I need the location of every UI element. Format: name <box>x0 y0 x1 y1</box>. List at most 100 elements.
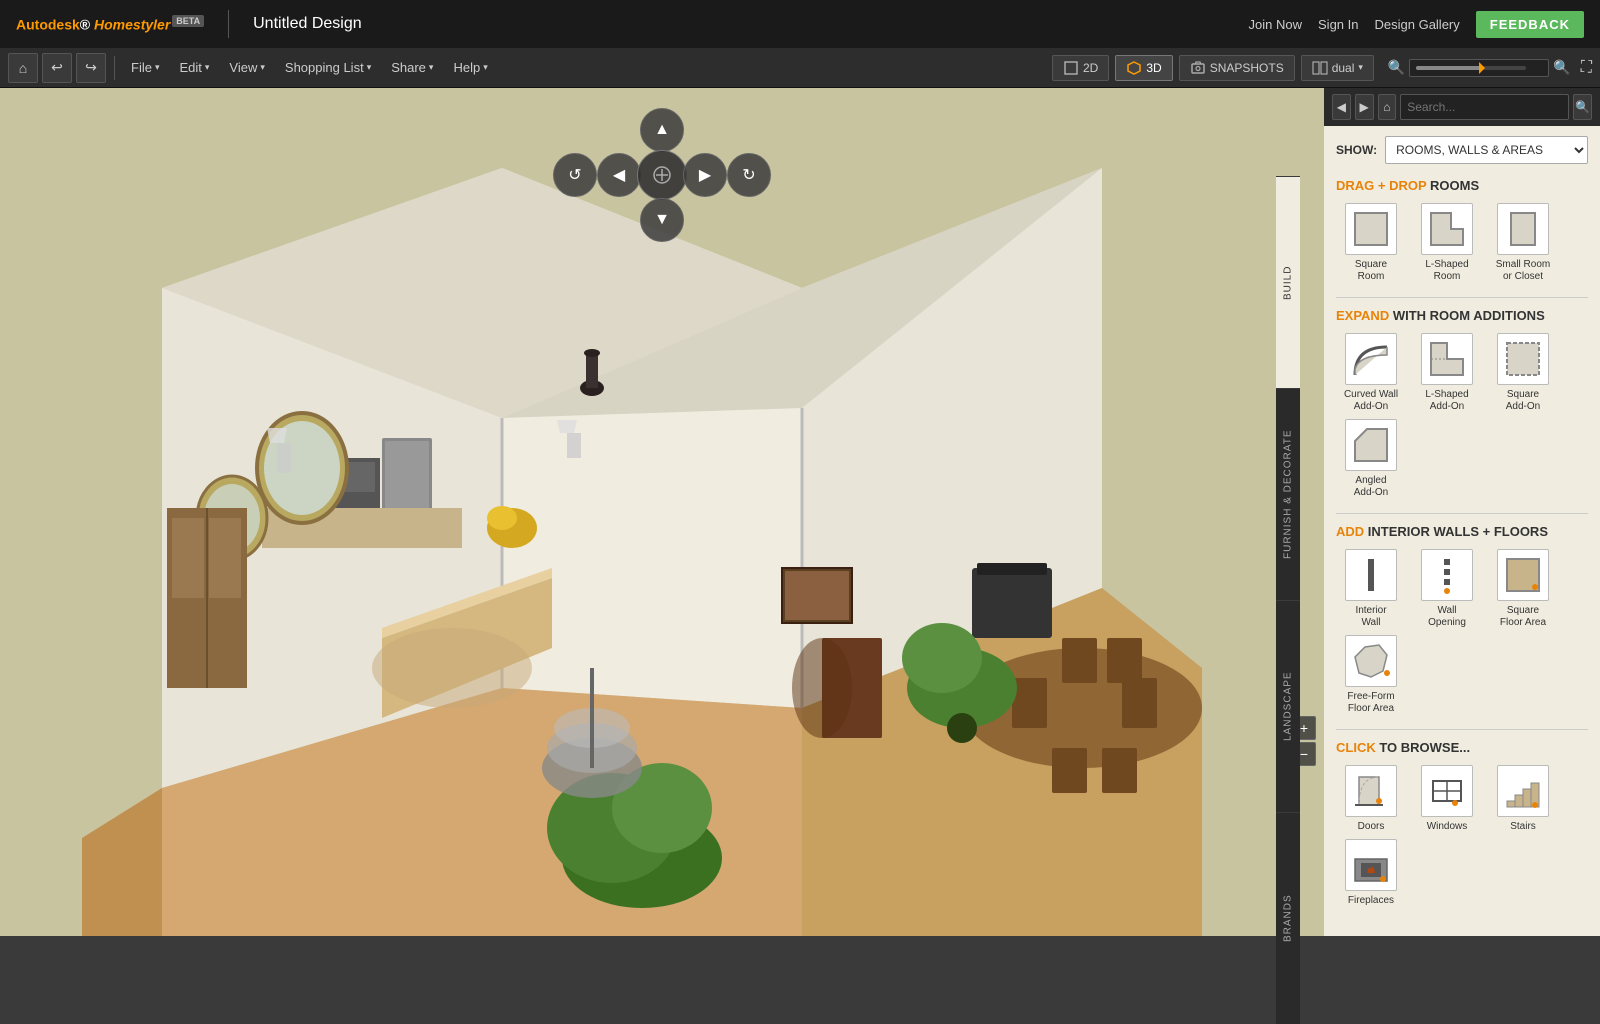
pan-down-button[interactable]: ▼ <box>640 198 684 242</box>
zoom-slider[interactable] <box>1416 62 1526 74</box>
wall-opening-shape <box>1421 549 1473 601</box>
l-shaped-room-shape <box>1421 203 1473 255</box>
interior-wall-label: InteriorWall <box>1355 605 1386 629</box>
l-shaped-room-label: L-ShapedRoom <box>1425 259 1468 283</box>
build-tab[interactable]: BUILD <box>1276 176 1300 388</box>
fullscreen-button[interactable]: ⛶ <box>1581 59 1592 77</box>
furnish-decorate-tab[interactable]: FURNISH & DECORATE <box>1276 388 1300 600</box>
fireplaces-item[interactable]: Fireplaces <box>1336 839 1406 907</box>
interior-wall-shape <box>1345 549 1397 601</box>
pan-right-button[interactable]: ▶ <box>683 153 727 197</box>
square-floor-item[interactable]: SquareFloor Area <box>1488 549 1558 629</box>
rotate-right-button[interactable]: ↻ <box>727 153 771 197</box>
zoom-in-button[interactable]: 🔍 <box>1553 59 1570 76</box>
windows-item[interactable]: Windows <box>1412 765 1482 833</box>
curved-wall-label: Curved WallAdd-On <box>1344 389 1398 413</box>
show-dropdown[interactable]: ROOMS, WALLS & AREAS <box>1385 136 1588 164</box>
feedback-button[interactable]: FEEDBACK <box>1476 11 1584 38</box>
doors-label: Doors <box>1358 821 1385 833</box>
freeform-floor-item[interactable]: Free-FormFloor Area <box>1336 635 1406 715</box>
dual-view-button[interactable]: dual ▾ <box>1301 55 1374 81</box>
curved-wall-item[interactable]: Curved WallAdd-On <box>1336 333 1406 413</box>
wall-opening-item[interactable]: WallOpening <box>1412 549 1482 629</box>
walls-floors-header: ADD INTERIOR WALLS + FLOORS <box>1336 524 1588 539</box>
show-label: SHOW: <box>1336 143 1377 157</box>
sign-in-link[interactable]: Sign In <box>1318 17 1358 32</box>
freeform-floor-label: Free-FormFloor Area <box>1347 691 1394 715</box>
shopping-list-menu[interactable]: Shopping List▾ <box>277 56 379 79</box>
fireplaces-label: Fireplaces <box>1348 895 1394 907</box>
browse-header: CLICK TO BROWSE... <box>1336 740 1588 755</box>
fireplaces-shape <box>1345 839 1397 891</box>
panel-wrapper: BUILD FURNISH & DECORATE LANDSCAPE BRAND… <box>1324 88 1600 936</box>
square-room-shape <box>1345 203 1397 255</box>
stairs-label: Stairs <box>1510 821 1536 833</box>
pan-left-button[interactable]: ◀ <box>597 153 641 197</box>
top-bar: Autodesk® HomestylerBETA Untitled Design… <box>0 0 1600 48</box>
2d-view-button[interactable]: 2D <box>1052 55 1109 81</box>
show-row: SHOW: ROOMS, WALLS & AREAS <box>1336 136 1588 164</box>
panel-forward-button[interactable]: ▶ <box>1355 94 1374 120</box>
camera-icon <box>1190 60 1206 76</box>
additions-grid: Curved WallAdd-On L-ShapedAdd-On <box>1336 333 1588 499</box>
panel-tabs: BUILD FURNISH & DECORATE LANDSCAPE BRAND… <box>1276 176 1300 1024</box>
pan-center-button[interactable] <box>637 150 687 200</box>
brands-tab[interactable]: BRANDS <box>1276 812 1300 1024</box>
doors-shape <box>1345 765 1397 817</box>
design-gallery-link[interactable]: Design Gallery <box>1375 17 1460 32</box>
angled-addon-shape <box>1345 419 1397 471</box>
wall-opening-label: WallOpening <box>1428 605 1466 629</box>
square-room-item[interactable]: SquareRoom <box>1336 203 1406 283</box>
canvas[interactable]: ↺ ▲ ◀ ▶ ▼ ↻ <box>0 88 1324 936</box>
panel-search-button[interactable]: 🔍 <box>1573 94 1592 120</box>
main-area: ↺ ▲ ◀ ▶ ▼ ↻ <box>0 88 1600 936</box>
rooms-grid: SquareRoom L-ShapedRoom <box>1336 203 1588 283</box>
edit-menu[interactable]: Edit▾ <box>171 56 217 79</box>
snapshots-button[interactable]: SNAPSHOTS <box>1179 55 1295 81</box>
3d-view-button[interactable]: 3D <box>1115 55 1172 81</box>
landscape-tab[interactable]: LANDSCAPE <box>1276 600 1300 812</box>
home-button[interactable]: ⌂ <box>8 53 38 83</box>
top-right-links: Join Now Sign In Design Gallery FEEDBACK <box>1249 11 1584 38</box>
angled-addon-item[interactable]: AngledAdd-On <box>1336 419 1406 499</box>
crosshair-icon <box>650 163 674 187</box>
file-menu[interactable]: File▾ <box>123 56 167 79</box>
zoom-bar: 🔍 🔍 <box>1388 59 1571 77</box>
square-floor-shape <box>1497 549 1549 601</box>
zoom-out-button[interactable]: 🔍 <box>1388 59 1405 76</box>
small-room-shape <box>1497 203 1549 255</box>
toolbar: ⌂ ↩ ↪ File▾ Edit▾ View▾ Shopping List▾ S… <box>0 48 1600 88</box>
stairs-item[interactable]: Stairs <box>1488 765 1558 833</box>
stairs-shape <box>1497 765 1549 817</box>
curved-wall-shape <box>1345 333 1397 385</box>
pan-up-button[interactable]: ▲ <box>640 108 684 152</box>
l-shaped-room-item[interactable]: L-ShapedRoom <box>1412 203 1482 283</box>
square-addon-item[interactable]: SquareAdd-On <box>1488 333 1558 413</box>
square-addon-shape <box>1497 333 1549 385</box>
redo-button[interactable]: ↪ <box>76 53 106 83</box>
rotate-left-button[interactable]: ↺ <box>553 153 597 197</box>
square-addon-label: SquareAdd-On <box>1506 389 1540 413</box>
l-shaped-addon-item[interactable]: L-ShapedAdd-On <box>1412 333 1482 413</box>
divider-2 <box>1336 513 1588 514</box>
walls-floors-grid: InteriorWall WallOpening <box>1336 549 1588 715</box>
undo-button[interactable]: ↩ <box>42 53 72 83</box>
panel-header: ◀ ▶ ⌂ 🔍 <box>1324 88 1600 126</box>
small-room-item[interactable]: Small Roomor Closet <box>1488 203 1558 283</box>
view-menu[interactable]: View▾ <box>221 56 272 79</box>
join-now-link[interactable]: Join Now <box>1249 17 1302 32</box>
drag-drop-rooms-header: DRAG + DROP ROOMS <box>1336 178 1588 193</box>
logo-text: Autodesk® HomestylerBETA <box>16 16 204 33</box>
panel-back-button[interactable]: ◀ <box>1332 94 1351 120</box>
doors-item[interactable]: Doors <box>1336 765 1406 833</box>
windows-shape <box>1421 765 1473 817</box>
small-room-label: Small Roomor Closet <box>1496 259 1550 283</box>
panel-search-input[interactable] <box>1400 94 1569 120</box>
2d-icon <box>1063 60 1079 76</box>
interior-wall-item[interactable]: InteriorWall <box>1336 549 1406 629</box>
share-menu[interactable]: Share▾ <box>383 56 441 79</box>
zoom-slider-container <box>1409 59 1549 77</box>
help-menu[interactable]: Help▾ <box>445 56 495 79</box>
beta-badge: BETA <box>172 15 204 27</box>
panel-home-button[interactable]: ⌂ <box>1378 94 1397 120</box>
